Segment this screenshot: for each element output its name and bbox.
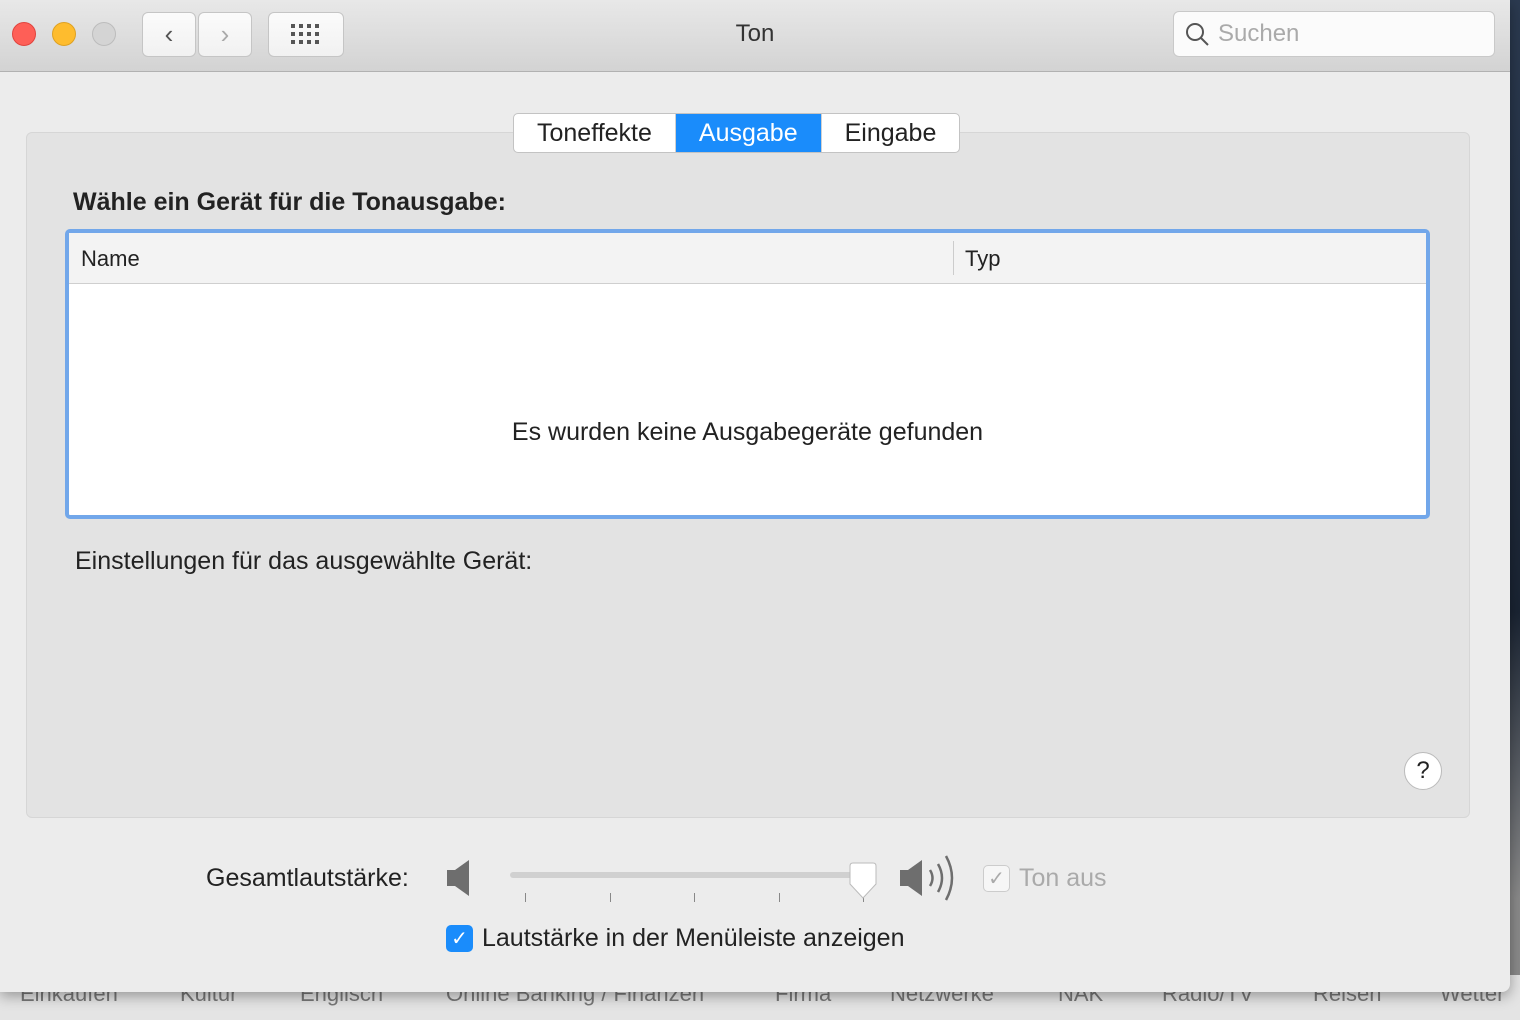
search-field[interactable] xyxy=(1173,11,1495,57)
volume-slider[interactable] xyxy=(510,872,870,878)
output-device-table[interactable]: Name Typ Es wurden keine Ausgabegeräte g… xyxy=(65,229,1430,519)
mute-checkbox[interactable]: ✓ xyxy=(983,865,1010,892)
help-button[interactable]: ? xyxy=(1404,752,1442,790)
device-heading: Wähle ein Gerät für die Tonausgabe: xyxy=(73,188,506,216)
speaker-high-icon xyxy=(900,855,954,901)
tab-eingabe[interactable]: Eingabe xyxy=(822,114,960,152)
show-in-menubar-checkbox[interactable]: ✓ xyxy=(446,925,473,952)
search-input[interactable] xyxy=(1218,20,1478,48)
column-header-typ[interactable]: Typ xyxy=(965,246,1000,272)
slider-tick xyxy=(779,893,780,902)
slider-tick xyxy=(525,893,526,902)
mute-label: Ton aus xyxy=(1019,864,1107,892)
tab-bar: Toneffekte Ausgabe Eingabe xyxy=(513,113,961,153)
column-divider[interactable] xyxy=(953,241,954,275)
device-settings-label: Einstellungen für das ausgewählte Gerät: xyxy=(75,547,533,575)
toolbar: ‹ › Ton xyxy=(0,0,1510,72)
table-header: Name Typ xyxy=(69,233,1426,284)
search-icon xyxy=(1186,23,1209,46)
volume-label: Gesamtlautstärke: xyxy=(206,864,409,892)
slider-tick xyxy=(694,893,695,902)
show-in-menubar-label[interactable]: Lautstärke in der Menüleiste anzeigen xyxy=(482,924,905,953)
tab-toneffekte[interactable]: Toneffekte xyxy=(514,114,676,152)
checkmark-icon: ✓ xyxy=(988,868,1005,890)
checkmark-icon: ✓ xyxy=(451,928,468,950)
speaker-low-icon xyxy=(447,860,469,896)
sound-preferences-window: ‹ › Ton Toneffekte Ausgabe Eingabe Wähle… xyxy=(0,0,1510,992)
slider-tick xyxy=(610,893,611,902)
tab-ausgabe[interactable]: Ausgabe xyxy=(675,114,822,152)
volume-slider-thumb[interactable] xyxy=(847,862,879,900)
empty-message: Es wurden keine Ausgabegeräte gefunden xyxy=(511,418,984,446)
column-header-name[interactable]: Name xyxy=(81,246,140,272)
